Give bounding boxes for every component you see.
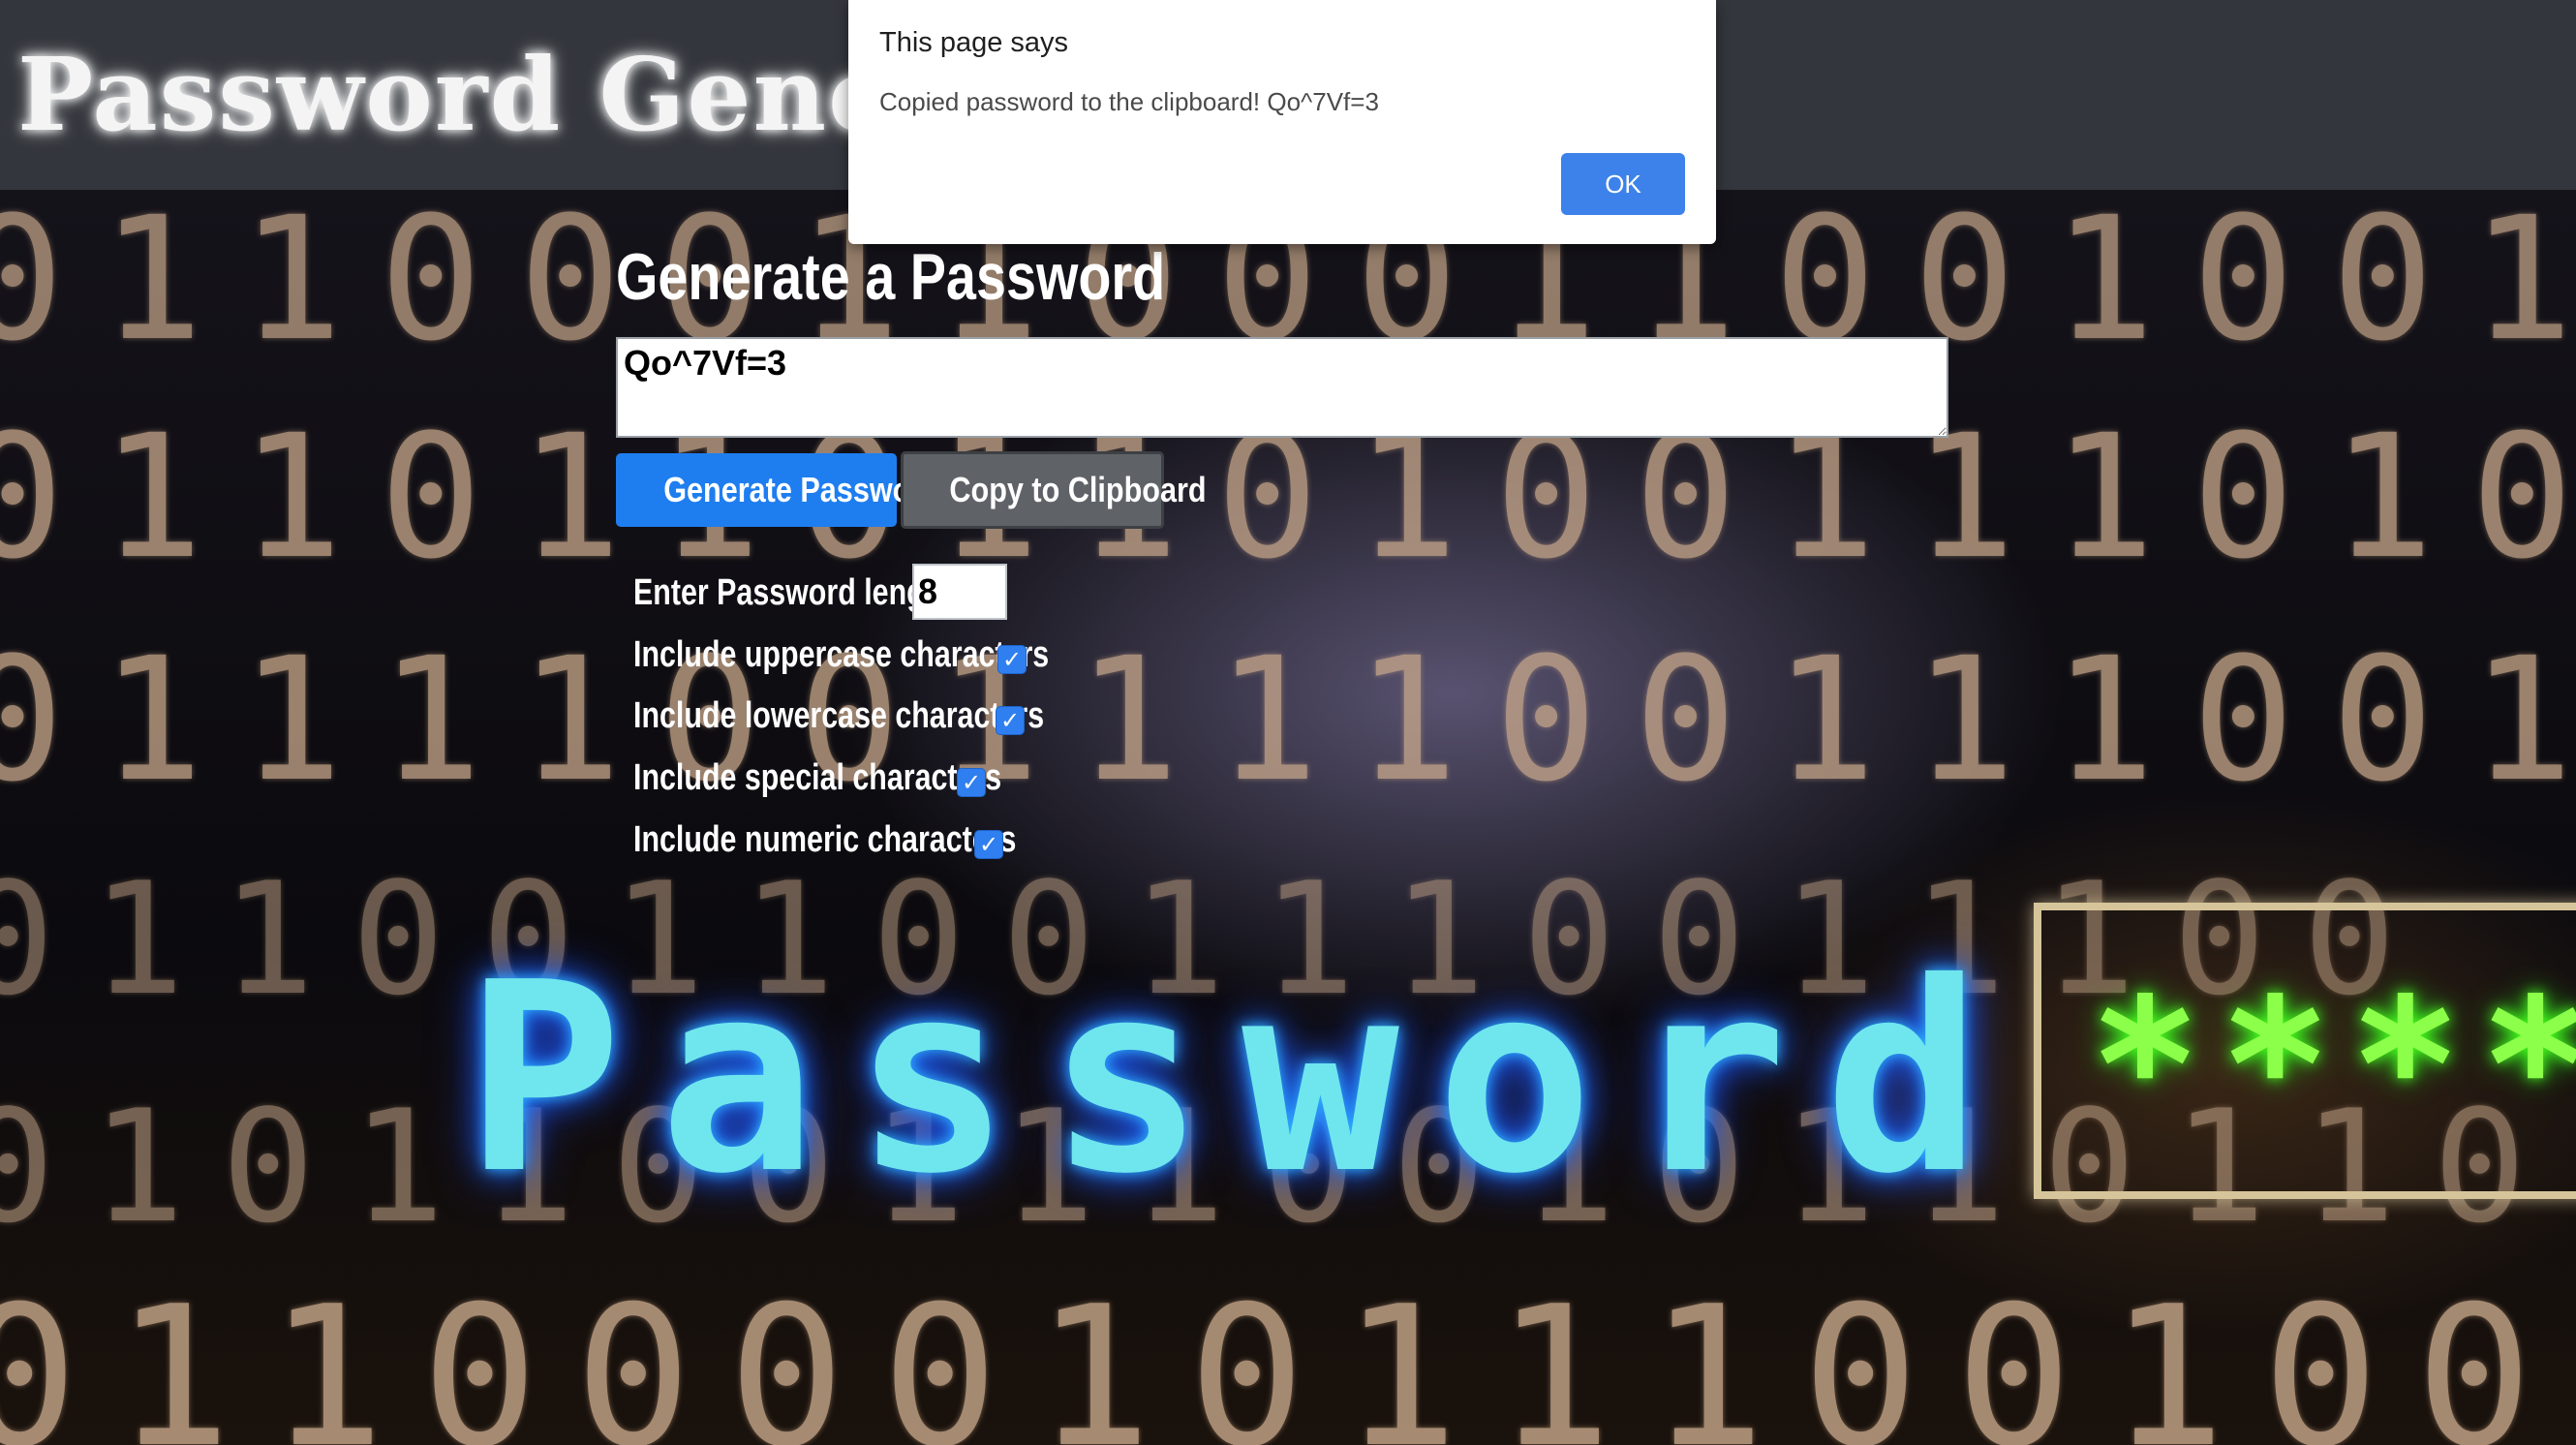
numeric-option-row: Include numeric characters ✓ <box>633 811 1112 869</box>
lowercase-option-label: Include lowercase characters <box>633 694 1045 736</box>
form-heading: Generate a Password <box>616 240 1166 314</box>
uppercase-option-row: Include uppercase characters ✓ <box>633 626 1152 684</box>
lowercase-option-row: Include lowercase characters ✓ <box>633 687 1147 745</box>
checkmark-icon: ✓ <box>1001 646 1023 673</box>
alert-ok-button[interactable]: OK <box>1561 153 1685 215</box>
uppercase-option-label: Include uppercase characters <box>633 633 1050 675</box>
alert-dialog: This page says Copied password to the cl… <box>848 0 1716 244</box>
checkmark-icon: ✓ <box>961 769 982 796</box>
numeric-option-label: Include numeric characters <box>633 818 1017 860</box>
checkmark-icon: ✓ <box>978 831 999 858</box>
alert-message: Copied password to the clipboard! Qo^7Vf… <box>879 87 1379 116</box>
app-window: Password Generator 01100011000110010010 … <box>0 0 2576 1445</box>
special-checkbox[interactable]: ✓ <box>957 768 986 797</box>
uppercase-checkbox[interactable]: ✓ <box>997 645 1027 674</box>
password-form: Generate a Password Qo^7Vf=3 Generate Pa… <box>0 190 2576 1445</box>
password-length-input[interactable] <box>912 564 1007 620</box>
lowercase-checkbox[interactable]: ✓ <box>996 706 1025 735</box>
generate-password-button[interactable]: Generate Password <box>616 453 940 527</box>
numeric-checkbox[interactable]: ✓ <box>974 830 1003 859</box>
password-output-textarea[interactable]: Qo^7Vf=3 <box>616 337 1948 438</box>
copy-to-clipboard-label: Copy to Clipboard <box>949 470 1207 509</box>
password-length-label: Enter Password length <box>633 571 953 613</box>
checkmark-icon: ✓ <box>999 707 1021 734</box>
copy-to-clipboard-button[interactable]: Copy to Clipboard <box>901 451 1207 529</box>
special-option-label: Include special characters <box>633 756 1002 798</box>
alert-title: This page says <box>879 27 1069 58</box>
generate-password-label: Generate Password <box>663 470 940 509</box>
special-option-row: Include special characters ✓ <box>633 749 1093 807</box>
password-length-row: Enter Password length <box>633 564 1032 622</box>
